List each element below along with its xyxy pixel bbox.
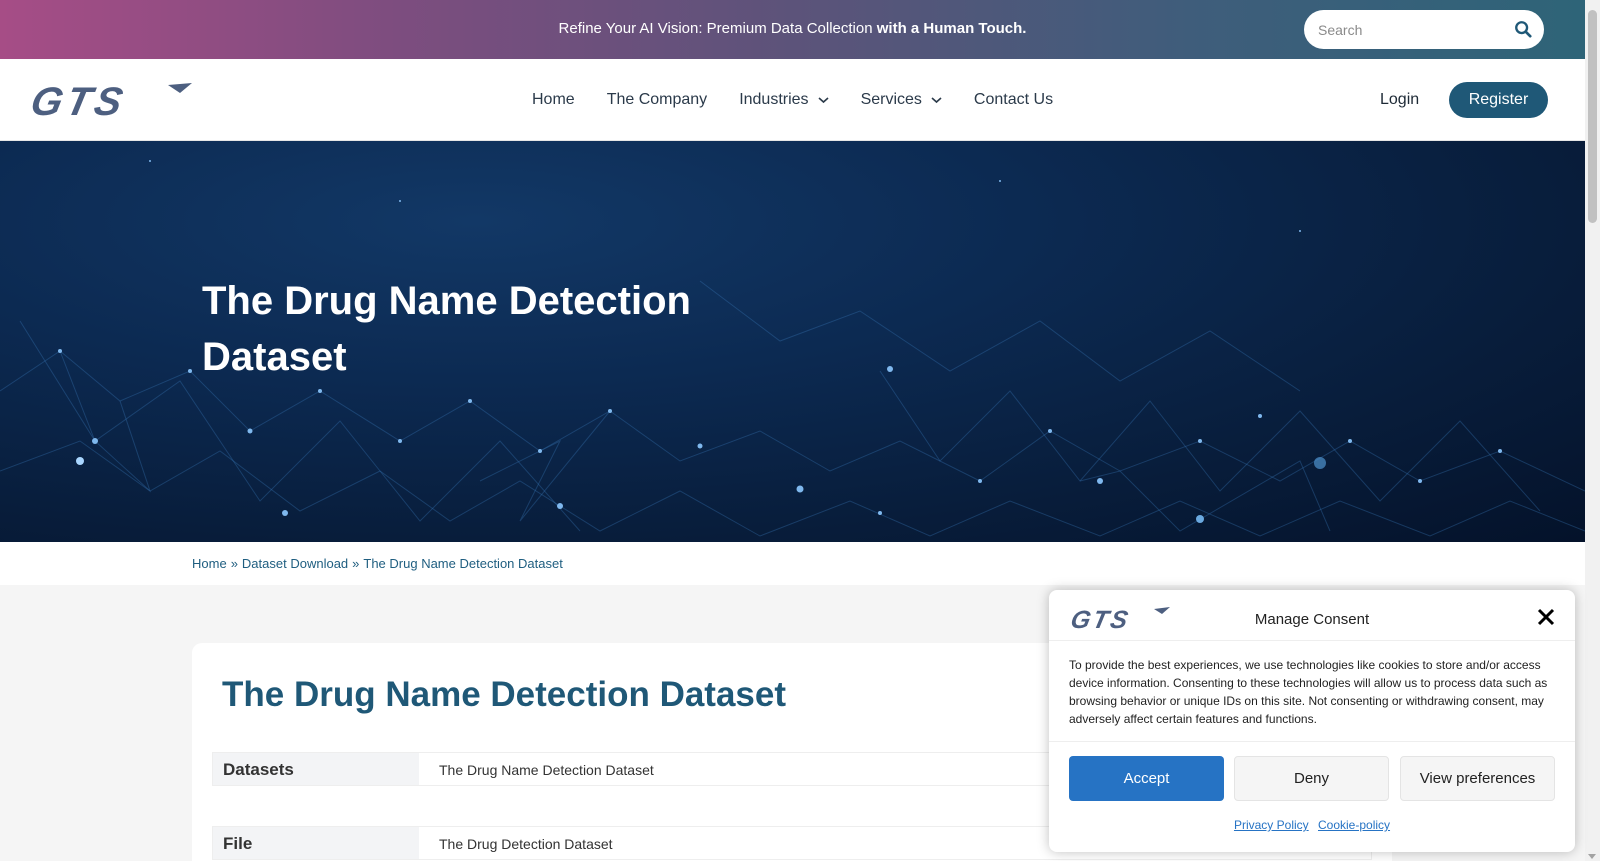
privacy-policy-link[interactable]: Privacy Policy xyxy=(1234,818,1309,832)
row-label: Datasets xyxy=(213,753,419,785)
deny-button[interactable]: Deny xyxy=(1234,756,1389,801)
svg-text:GTS: GTS xyxy=(30,81,131,119)
breadcrumb-separator: » xyxy=(352,556,360,571)
main-nav: Home The Company Industries Services Con… xyxy=(532,59,1085,141)
search-icon[interactable] xyxy=(1514,20,1532,38)
divider xyxy=(1049,741,1575,742)
nav-home-label: Home xyxy=(532,91,575,108)
register-button[interactable]: Register xyxy=(1449,82,1548,118)
nav-industries[interactable]: Industries xyxy=(739,91,829,109)
consent-message: To provide the best experiences, we use … xyxy=(1069,658,1548,726)
breadcrumb-separator: » xyxy=(230,556,238,571)
breadcrumb-bar: Home» Dataset Download» The Drug Name Dete… xyxy=(0,542,1585,585)
consent-links: Privacy Policy Cookie-policy xyxy=(1049,818,1575,832)
accept-button[interactable]: Accept xyxy=(1069,756,1224,801)
nav-services-label: Services xyxy=(860,91,922,108)
breadcrumb-dataset-download[interactable]: Dataset Download xyxy=(242,556,348,571)
nav-industries-label: Industries xyxy=(739,91,809,108)
row-label: File xyxy=(213,827,419,859)
search-input[interactable] xyxy=(1318,21,1508,38)
divider xyxy=(1049,640,1575,641)
nav-the-company[interactable]: The Company xyxy=(607,91,708,109)
chevron-down-icon xyxy=(931,97,942,104)
gts-logo[interactable]: GTS xyxy=(30,81,192,119)
scrollbar-thumb[interactable] xyxy=(1588,10,1597,223)
view-preferences-button[interactable]: View preferences xyxy=(1400,756,1555,801)
nav-contact-us[interactable]: Contact Us xyxy=(974,91,1053,109)
top-banner: Refine Your AI Vision: Premium Data Coll… xyxy=(0,0,1585,59)
hero-banner: The Drug Name Detection Dataset xyxy=(0,141,1585,542)
site-header: GTS Home The Company Industries Services… xyxy=(0,59,1585,141)
nav-company-label: The Company xyxy=(606,91,708,108)
close-icon[interactable] xyxy=(1537,608,1555,626)
nav-contact-label: Contact Us xyxy=(973,91,1054,108)
hero-title: The Drug Name Detection Dataset xyxy=(202,279,691,379)
scroll-down-arrow[interactable] xyxy=(1588,854,1596,859)
nav-home[interactable]: Home xyxy=(532,91,575,109)
login-link[interactable]: Login xyxy=(1380,91,1419,109)
breadcrumb-current[interactable]: The Drug Name Detection Dataset xyxy=(363,556,562,571)
banner-text-bold: with a Human Touch. xyxy=(876,20,1027,37)
consent-dialog: GTS Manage Consent To provide the best e… xyxy=(1049,590,1575,852)
nav-services[interactable]: Services xyxy=(861,91,942,109)
page-scrollbar[interactable] xyxy=(1585,0,1600,861)
banner-text-normal: Refine Your AI Vision: Premium Data Coll… xyxy=(558,20,877,37)
consent-title: Manage Consent xyxy=(1254,611,1370,628)
chevron-down-icon xyxy=(818,97,829,104)
dataset-title: The Drug Name Detection Dataset xyxy=(222,675,787,714)
cookie-policy-link[interactable]: Cookie-policy xyxy=(1318,818,1390,832)
breadcrumb-home[interactable]: Home xyxy=(192,556,227,571)
search-box xyxy=(1304,10,1544,49)
breadcrumb: Home» Dataset Download» The Drug Name Dete… xyxy=(192,556,563,571)
